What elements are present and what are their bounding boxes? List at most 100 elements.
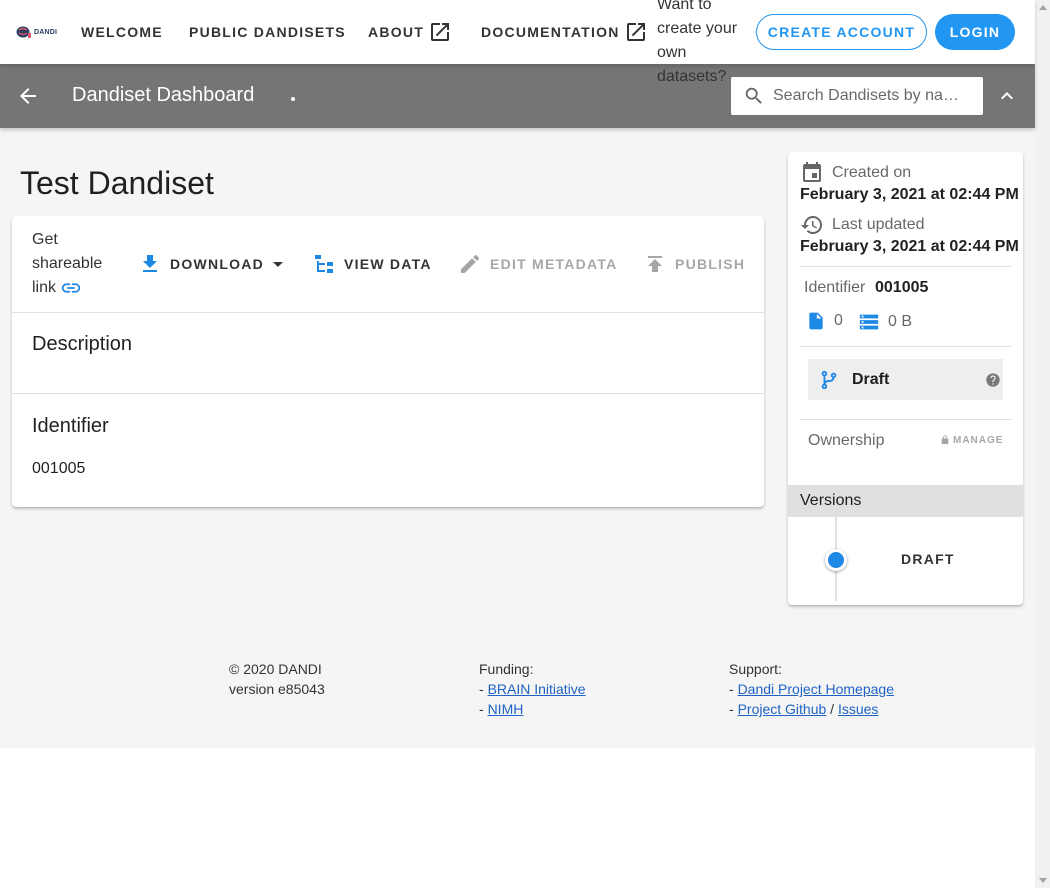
search-input[interactable] bbox=[773, 87, 958, 105]
storage-icon bbox=[859, 314, 879, 330]
view-data-label: View Data bbox=[344, 256, 432, 272]
link-icon bbox=[61, 283, 81, 293]
vertical-scrollbar[interactable] bbox=[1035, 0, 1050, 888]
issues-link[interactable]: Issues bbox=[838, 701, 878, 717]
external-link-icon bbox=[626, 23, 645, 41]
shareable-link-button[interactable]: Get shareable link bbox=[32, 228, 112, 300]
download-label: Download bbox=[170, 256, 264, 272]
version-timeline-dot[interactable] bbox=[825, 549, 847, 571]
dandiset-main-card: Get shareable link Download View Data Ed… bbox=[12, 216, 764, 507]
copyright-text: © 2020 DANDI bbox=[229, 661, 322, 677]
caret-down-icon bbox=[273, 262, 283, 267]
versions-heading-label: Versions bbox=[800, 492, 862, 509]
nav-link-welcome[interactable]: Welcome bbox=[81, 0, 163, 64]
file-tree-icon bbox=[315, 255, 333, 273]
view-data-button[interactable]: View Data bbox=[312, 252, 432, 276]
divider bbox=[800, 419, 1011, 420]
description-heading: Description bbox=[32, 333, 133, 355]
file-icon bbox=[809, 312, 823, 330]
brain-logo-icon bbox=[16, 26, 31, 38]
support-item: - Dandi Project Homepage bbox=[729, 679, 894, 699]
draft-status-label: Draft bbox=[852, 370, 890, 388]
description-section: Description bbox=[12, 313, 764, 394]
nimh-link[interactable]: NIMH bbox=[488, 701, 524, 717]
chevron-up-icon[interactable] bbox=[995, 84, 1019, 108]
dandi-homepage-link[interactable]: Dandi Project Homepage bbox=[738, 681, 894, 697]
side-identifier-value: 001005 bbox=[875, 279, 929, 296]
funding-item: - BRAIN Initiative bbox=[479, 679, 586, 699]
nav-link-documentation[interactable]: Documentation bbox=[481, 0, 648, 64]
scroll-down-arrow-icon[interactable] bbox=[1039, 878, 1047, 883]
login-label: Login bbox=[949, 24, 1001, 40]
create-account-button[interactable]: Create Account bbox=[756, 14, 927, 50]
lock-icon bbox=[941, 435, 949, 445]
manage-label: MANAGE bbox=[953, 434, 1004, 446]
side-identifier-label: Identifier bbox=[804, 279, 866, 296]
funding-item: - NIMH bbox=[479, 699, 586, 719]
updated-label: Last updated bbox=[832, 216, 925, 233]
size-value: 0 B bbox=[888, 313, 913, 330]
identifier-value: 001005 bbox=[32, 460, 86, 477]
draft-status-chip[interactable]: Draft bbox=[808, 359, 1003, 400]
brain-initiative-link[interactable]: BRAIN Initiative bbox=[488, 681, 586, 697]
loading-dot bbox=[291, 97, 295, 101]
divider bbox=[800, 266, 1011, 267]
divider bbox=[800, 346, 1011, 347]
login-button[interactable]: Login bbox=[935, 14, 1015, 50]
download-icon bbox=[143, 255, 157, 272]
identifier-section: Identifier 001005 bbox=[12, 394, 764, 507]
dashboard-toolbar: Dandiset Dashboard bbox=[0, 64, 1035, 128]
nav-link-documentation-label: Documentation bbox=[481, 24, 620, 40]
version-draft-button[interactable]: DRAFT bbox=[901, 551, 955, 567]
created-row: Created on bbox=[800, 161, 911, 185]
back-arrow-icon[interactable] bbox=[16, 84, 40, 108]
manage-ownership-button[interactable]: MANAGE bbox=[940, 434, 1003, 446]
footer-funding-column: Funding: - BRAIN Initiative - NIMH bbox=[479, 659, 586, 719]
edit-metadata-button[interactable]: Edit Metadata bbox=[458, 252, 617, 276]
file-count: 0 bbox=[834, 312, 843, 329]
file-count-stat: 0 bbox=[806, 310, 843, 332]
history-icon bbox=[801, 216, 822, 234]
edit-metadata-label: Edit Metadata bbox=[490, 256, 618, 272]
updated-date: February 3, 2021 at 02:44 PM bbox=[800, 238, 1019, 255]
created-date: February 3, 2021 at 02:44 PM bbox=[800, 186, 1019, 203]
list-dash: - bbox=[729, 681, 734, 697]
version-text: version e85043 bbox=[229, 681, 325, 697]
logo-text: DANDI bbox=[34, 28, 58, 36]
nav-link-about-label: About bbox=[368, 24, 425, 40]
search-box[interactable] bbox=[731, 77, 983, 115]
create-account-label: Create Account bbox=[767, 24, 916, 40]
footer-support-column: Support: - Dandi Project Homepage - Proj… bbox=[729, 659, 894, 719]
toolbar-title: Dandiset Dashboard bbox=[72, 84, 255, 106]
publish-button[interactable]: Publish bbox=[643, 252, 745, 276]
page: DANDI Welcome Public Dandisets About Doc… bbox=[0, 0, 1035, 888]
help-circle-icon[interactable] bbox=[985, 372, 1001, 388]
versions-heading: Versions bbox=[788, 485, 1023, 517]
pencil-icon bbox=[461, 254, 480, 273]
link-separator: / bbox=[830, 701, 835, 717]
action-bar: Get shareable link Download View Data Ed… bbox=[12, 216, 764, 313]
source-branch-icon bbox=[821, 370, 837, 389]
list-dash: - bbox=[479, 701, 484, 717]
download-button[interactable]: Download bbox=[138, 252, 290, 276]
upload-icon bbox=[648, 256, 662, 272]
ownership-label: Ownership bbox=[808, 432, 885, 449]
dandi-logo[interactable]: DANDI bbox=[16, 24, 58, 40]
scroll-up-arrow-icon[interactable] bbox=[1039, 5, 1047, 10]
nav-link-public-dandisets[interactable]: Public Dandisets bbox=[189, 0, 346, 64]
identifier-heading: Identifier bbox=[32, 415, 109, 437]
dandiset-title: Test Dandiset bbox=[20, 165, 214, 201]
nav-link-about[interactable]: About bbox=[368, 0, 452, 64]
metadata-side-card: Created on February 3, 2021 at 02:44 PM … bbox=[788, 152, 1023, 605]
created-label: Created on bbox=[832, 164, 912, 181]
list-dash: - bbox=[479, 681, 484, 697]
project-github-link[interactable]: Project Github bbox=[738, 701, 827, 717]
external-link-icon bbox=[431, 23, 450, 41]
funding-label: Funding: bbox=[479, 661, 534, 677]
signup-tip-text: Want to create your own datasets? bbox=[657, 0, 738, 85]
support-item: - Project Github / Issues bbox=[729, 699, 894, 719]
footer-copyright-column: © 2020 DANDI version e85043 bbox=[229, 659, 325, 699]
size-stat: 0 B bbox=[858, 310, 912, 334]
updated-row: Last updated bbox=[800, 213, 925, 237]
footer: © 2020 DANDI version e85043 Funding: - B… bbox=[0, 650, 1035, 748]
